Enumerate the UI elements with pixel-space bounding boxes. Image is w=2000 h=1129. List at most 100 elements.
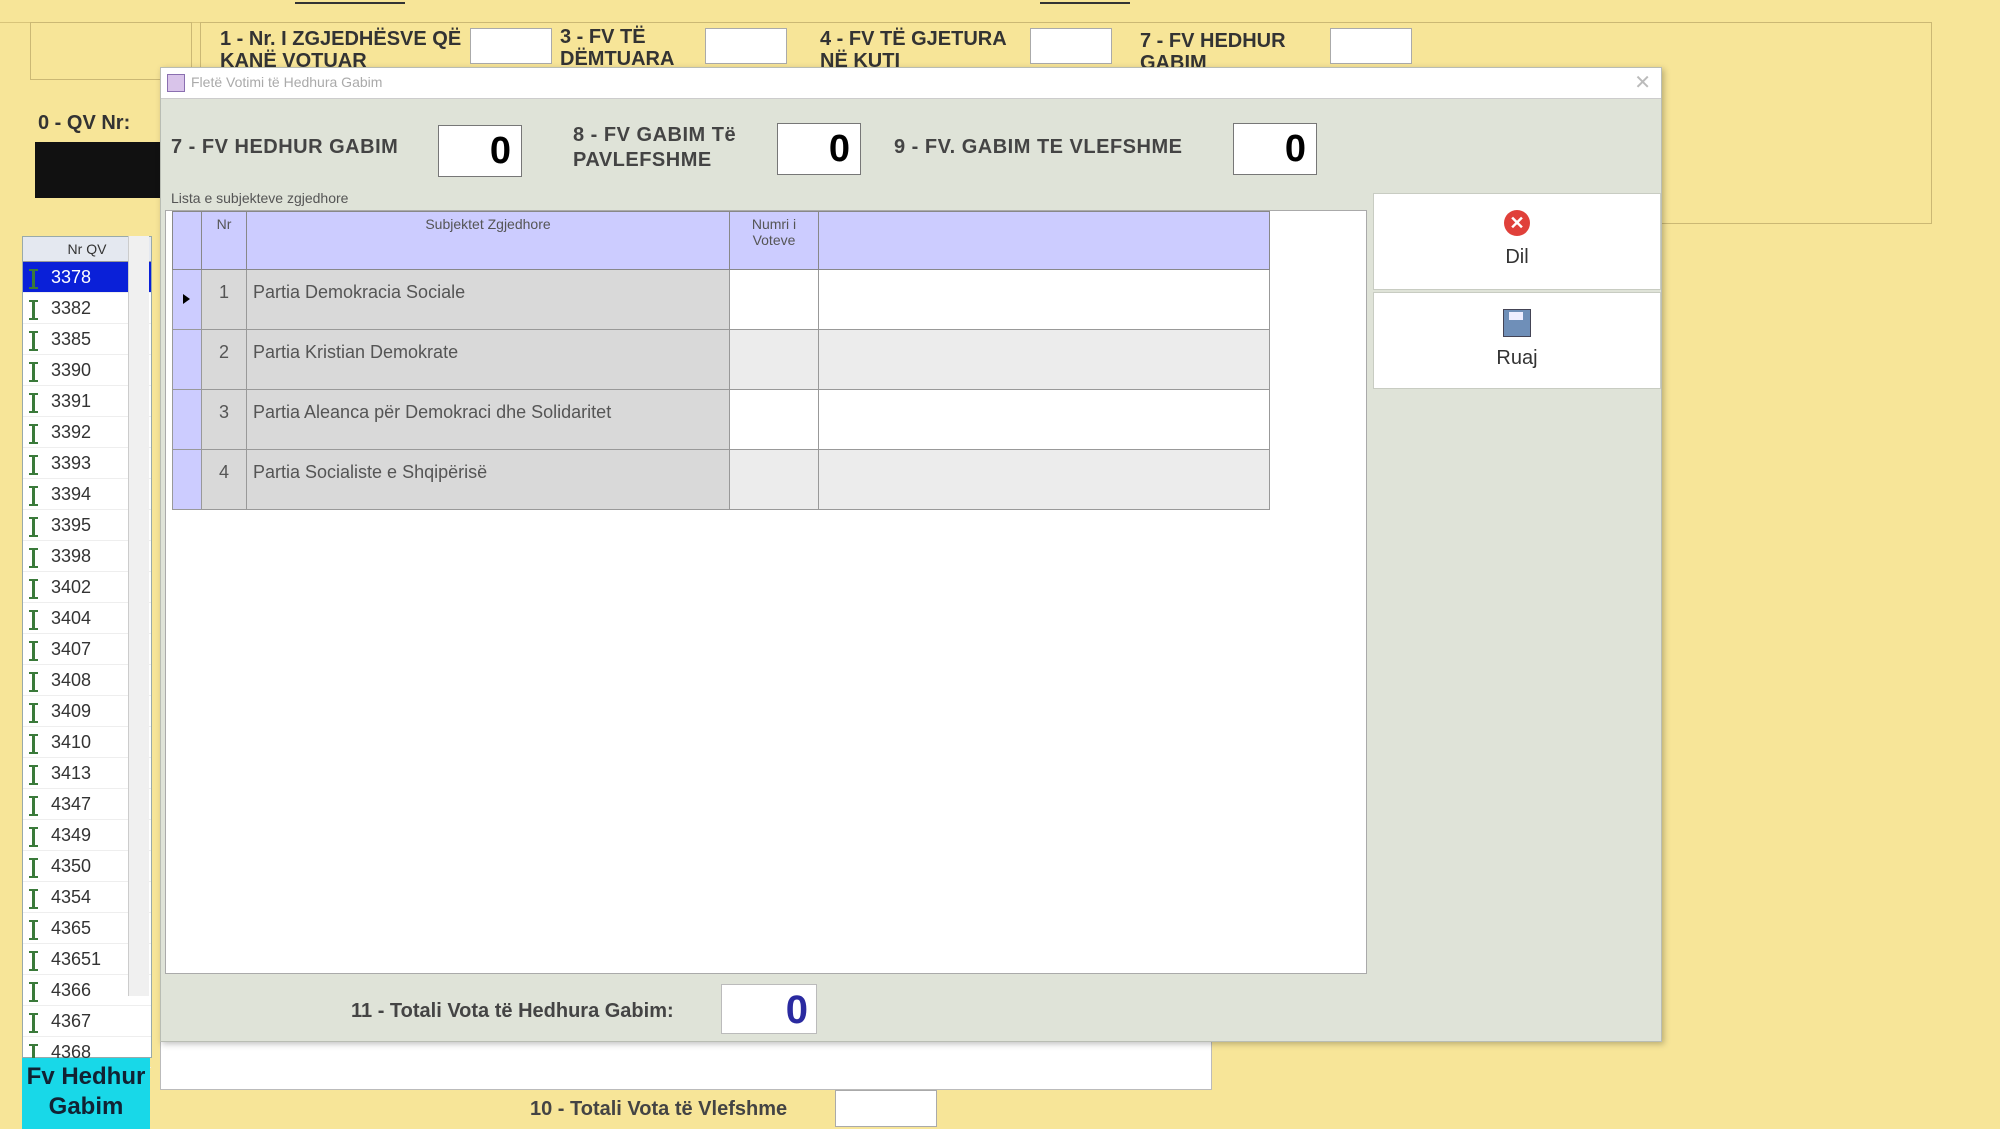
ballot-box-icon [29,548,38,568]
exit-icon: ✕ [1504,210,1530,236]
row-votes-cell[interactable] [729,269,819,330]
ballot-box-icon [29,610,38,630]
qv-number: 3410 [51,732,92,752]
top-strip [0,0,1920,23]
wrong-ballots-dialog: Fletë Votimi të Hedhura Gabim ✕ 7 - FV H… [160,67,1662,1042]
top-field-label: 1 - Nr. I ZGJEDHËSVE QË KANË VOTUAR [220,28,462,72]
row-nr: 3 [201,389,247,450]
row-selector[interactable] [172,329,202,390]
dialog-title: Fletë Votimi të Hedhura Gabim [191,74,383,90]
subjects-rows: 1 Partia Demokracia Sociale 2 Partia Kristi… [172,269,1270,510]
top-field-label: 3 - FV TË DËMTUARA [560,26,675,70]
ballot-box-icon [29,424,38,444]
qv-number: 3395 [51,515,92,535]
grid-caption: Lista e subjekteve zgjedhore [171,190,349,206]
ballot-box-icon [29,889,38,909]
wrong-input[interactable] [1330,28,1412,64]
app-icon [167,74,185,92]
qv-number: 4347 [51,794,92,814]
col-votes-header[interactable]: Numri i Voteve [729,211,819,270]
total-value[interactable]: 0 [721,984,817,1034]
qv-number: 4354 [51,887,92,907]
field8-label: 8 - FV GABIM Të PAVLEFSHME [573,124,737,171]
field9-label: 9 - FV. GABIM TE VLEFSHME [894,136,1183,158]
ballot-box-icon [29,455,38,475]
ballot-box-icon [29,703,38,723]
field9-value[interactable]: 0 [1233,123,1317,175]
col-nr-header[interactable]: Nr [201,211,247,270]
ballot-box-icon [29,827,38,847]
wrong-ballots-tile[interactable]: Fv Hedhur Gabim [22,1058,150,1129]
qv-number: 3398 [51,546,92,566]
ballot-box-icon [29,734,38,754]
qv-number: 4365 [51,918,92,938]
field7-label: 7 - FV HEDHUR GABIM [171,136,399,158]
ballot-box-icon [29,579,38,599]
qv-number: 4366 [51,980,92,1000]
qv-number: 3385 [51,329,92,349]
ballot-box-icon [29,1013,38,1033]
ballot-box-icon [29,517,38,537]
found-input[interactable] [1030,28,1112,64]
row-subject-name: Partia Socialiste e Shqipërisë [246,449,730,510]
voters-input[interactable] [470,28,552,64]
row-selector[interactable] [172,449,202,510]
row-subject-name: Partia Demokracia Sociale [246,269,730,330]
row-subject-name: Partia Aleanca për Demokraci dhe Solidar… [246,389,730,450]
row-extra-cell [818,449,1270,510]
row-selector[interactable] [172,269,202,330]
dialog-titlebar[interactable]: Fletë Votimi të Hedhura Gabim ✕ [161,68,1661,99]
qv-number: 3392 [51,422,92,442]
close-icon[interactable]: ✕ [1634,70,1651,95]
qv-label: 0 - QV Nr: [38,112,131,134]
exit-button[interactable]: ✕ Dil [1373,193,1661,290]
ballot-box-icon [29,982,38,1002]
row-extra-cell [818,269,1270,330]
qv-list-scrollbar[interactable] [128,236,149,996]
row-votes-cell[interactable] [729,329,819,390]
save-button[interactable]: Ruaj [1373,292,1661,389]
qv-list-item[interactable]: 4367 [23,1006,151,1037]
valid-total-input[interactable] [835,1090,937,1127]
top-field-label: 4 - FV TË GJETURA NË KUTI [820,28,1006,72]
qv-number: 3407 [51,639,92,659]
ballot-box-icon [29,858,38,878]
row-votes-cell[interactable] [729,449,819,510]
ballot-box-icon [29,765,38,785]
table-row[interactable]: 2 Partia Kristian Demokrate [172,329,1270,390]
qv-number-box[interactable] [35,142,165,198]
damaged-input[interactable] [705,28,787,64]
qv-number: 3402 [51,577,92,597]
ballot-box-icon [29,796,38,816]
exit-label: Dil [1505,246,1529,268]
qv-number: 3378 [51,267,92,287]
ballot-box-icon [29,362,38,382]
bottom-white-panel [160,1040,1212,1090]
table-row[interactable]: 3 Partia Aleanca për Demokraci dhe Solida… [172,389,1270,450]
ballot-box-icon [29,269,38,289]
ballot-box-icon [29,393,38,413]
row-nr: 1 [201,269,247,330]
ballot-box-icon [29,300,38,320]
row-selector[interactable] [172,389,202,450]
ballot-box-icon [29,486,38,506]
row-subject-name: Partia Kristian Demokrate [246,329,730,390]
save-icon [1503,309,1531,337]
dialog-footer: 11 - Totali Vota të Hedhura Gabim: 0 [161,978,1371,1038]
valid-total-label: 10 - Totali Vota të Vlefshme [530,1098,788,1120]
row-votes-cell[interactable] [729,389,819,450]
col-subject-header[interactable]: Subjektet Zgjedhore [246,211,730,270]
field8-value[interactable]: 0 [777,123,861,175]
table-row[interactable]: 4 Partia Socialiste e Shqipërisë [172,449,1270,510]
qv-number: 3394 [51,484,92,504]
table-row[interactable]: 1 Partia Demokracia Sociale [172,269,1270,330]
top-underline [295,2,405,4]
ballot-box-icon [29,951,38,971]
qv-number: 4349 [51,825,92,845]
qv-number: 3390 [51,360,92,380]
row-nr: 2 [201,329,247,390]
field7-value[interactable]: 0 [438,125,522,177]
col-extra-header [818,211,1270,270]
qv-number: 3413 [51,763,92,783]
subjects-grid[interactable]: Nr Subjektet Zgjedhore Numri i Voteve 1P… [165,210,1367,974]
